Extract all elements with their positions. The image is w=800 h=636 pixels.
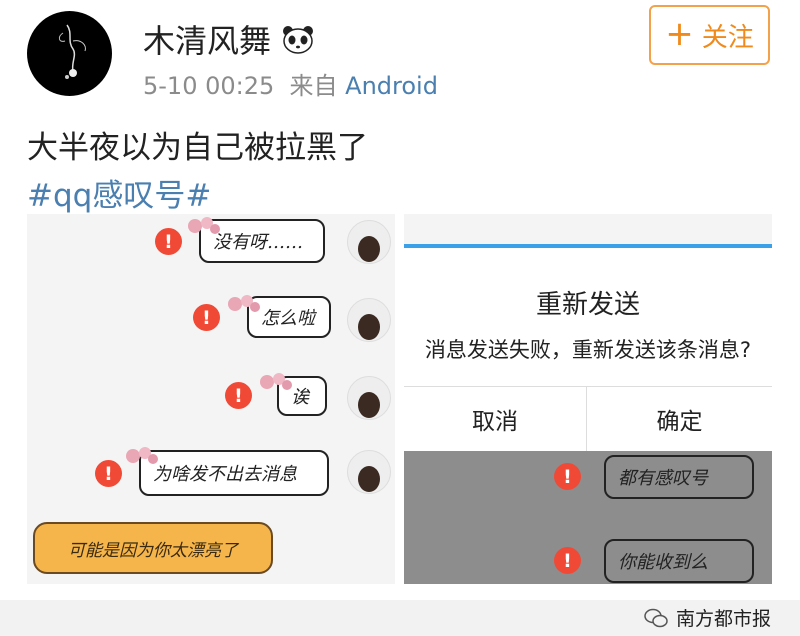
dialog-title: 重新发送 bbox=[535, 290, 640, 320]
friend-avatar bbox=[347, 376, 391, 420]
chat-header-strip bbox=[404, 214, 772, 248]
follow-label: 关注 bbox=[701, 22, 754, 53]
username[interactable]: 木清风舞 bbox=[143, 16, 271, 62]
follow-button[interactable]: + 关注 bbox=[649, 5, 770, 65]
post-image-right[interactable]: 重新发送 消息发送失败，重新发送该条消息? 取消 确定 ! 都有感叹号 ! 你能… bbox=[404, 214, 772, 584]
chat-bubble: 都有感叹号 bbox=[604, 455, 754, 499]
flower-icon bbox=[188, 217, 220, 234]
error-icon: ! bbox=[554, 463, 581, 490]
flower-icon bbox=[126, 447, 158, 464]
brand-watermark: 南方都市报 bbox=[644, 604, 771, 631]
dog-banner: 可能是因为你太漂亮了 bbox=[33, 522, 273, 574]
post-source[interactable]: Android bbox=[345, 72, 438, 100]
friend-avatar bbox=[347, 298, 391, 342]
user-avatar[interactable] bbox=[27, 11, 112, 96]
brand-name: 南方都市报 bbox=[676, 608, 772, 630]
flower-icon bbox=[228, 295, 260, 312]
error-icon: ! bbox=[95, 460, 122, 487]
post-time: 5-10 00:25 bbox=[143, 72, 275, 100]
error-icon: ! bbox=[225, 382, 252, 409]
resend-dialog: 重新发送 消息发送失败，重新发送该条消息? 取消 确定 bbox=[404, 248, 772, 451]
source-prefix: 来自 bbox=[289, 72, 338, 100]
chat-bubble: 你能收到么 bbox=[604, 539, 754, 583]
post-text: 大半夜以为自己被拉黑了 bbox=[27, 130, 368, 166]
plus-icon: + bbox=[665, 13, 694, 54]
post-meta: 5-10 00:25 来自 Android bbox=[143, 66, 438, 101]
confirm-button[interactable]: 确定 bbox=[587, 386, 772, 451]
chat-bubble: 为啥发不出去消息 bbox=[139, 450, 329, 496]
error-icon: ! bbox=[155, 228, 182, 255]
cancel-button[interactable]: 取消 bbox=[404, 386, 586, 451]
friend-avatar bbox=[347, 220, 391, 264]
wechat-icon bbox=[644, 608, 668, 627]
friend-avatar bbox=[347, 450, 391, 494]
flower-icon bbox=[260, 373, 292, 390]
error-icon: ! bbox=[554, 547, 581, 574]
hashtag-link[interactable]: #qq感叹号# bbox=[27, 170, 211, 215]
panda-icon bbox=[283, 26, 314, 54]
dialog-message: 消息发送失败，重新发送该条消息? bbox=[424, 338, 752, 362]
post-image-left[interactable]: ! 没有呀…… ! 怎么啦 ! 诶 ! 为啥发不出去消息 可能是因为你太漂亮了 bbox=[27, 214, 395, 584]
error-icon: ! bbox=[193, 304, 220, 331]
username-row: 木清风舞 bbox=[143, 16, 315, 62]
dimmed-chat: ! 都有感叹号 ! 你能收到么 bbox=[404, 451, 772, 584]
